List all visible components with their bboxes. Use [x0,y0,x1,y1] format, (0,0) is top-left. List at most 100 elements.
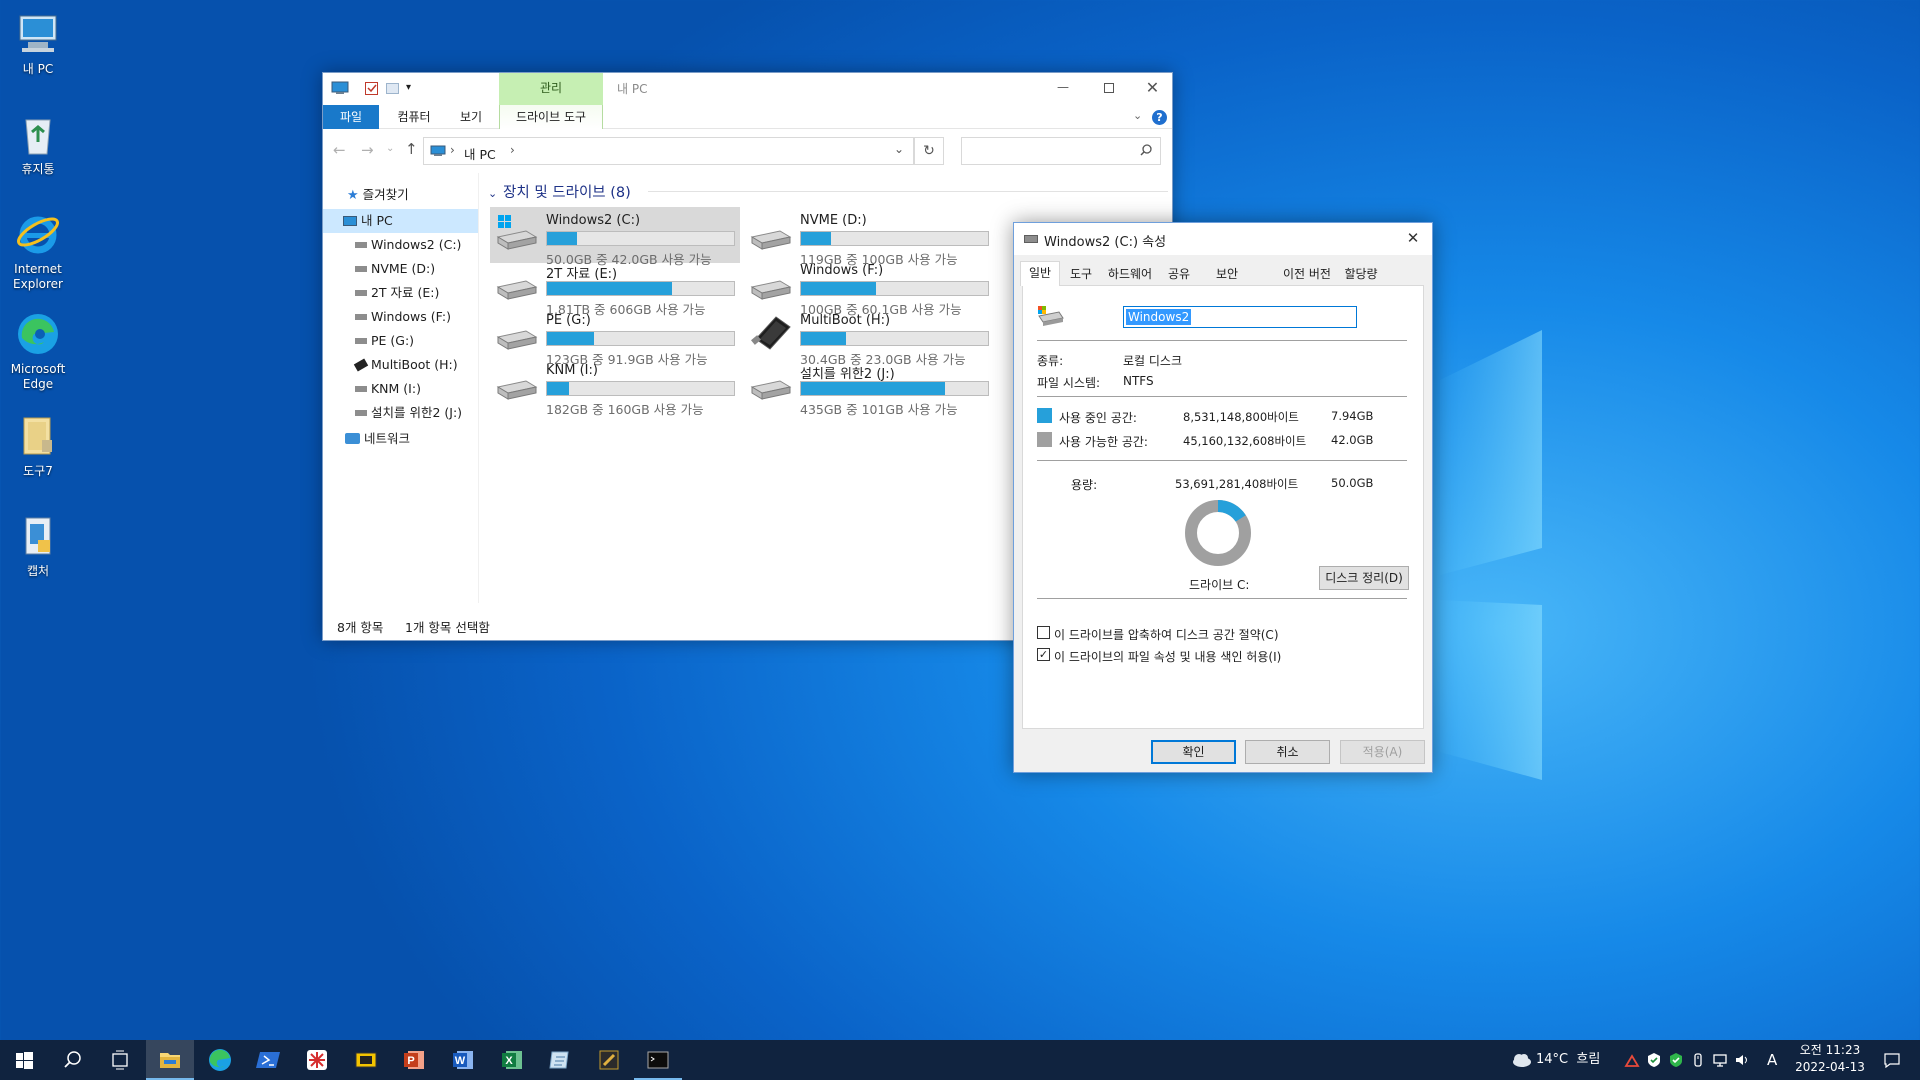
address-dropdown-icon[interactable]: ⌄ [894,142,904,156]
close-button[interactable]: ✕ [1394,223,1432,255]
breadcrumb-chevron-icon[interactable]: › [450,143,455,157]
tab-sharing[interactable]: 공유 [1162,263,1196,285]
chevron-down-icon[interactable]: ▾ [406,82,411,93]
volume-icon[interactable] [1734,1052,1750,1068]
address-bar[interactable]: › 내 PC › ⌄ [423,137,914,165]
nav-favorites[interactable]: ★ 즐겨찾기 [323,183,478,207]
apply-button[interactable]: 적용(A) [1340,740,1425,764]
help-icon[interactable]: ? [1152,110,1167,125]
disk-cleanup-button[interactable]: 디스크 정리(D) [1319,566,1409,590]
taskbar-app-tool[interactable] [585,1040,633,1080]
taskbar-app-terminal[interactable] [634,1040,682,1080]
new-folder-icon[interactable] [386,83,399,94]
taskbar-app-chip[interactable] [342,1040,390,1080]
index-checkbox[interactable]: ✓ [1037,648,1050,661]
index-label[interactable]: 이 드라이브의 파일 속성 및 내용 색인 허용(I) [1054,648,1281,665]
drive-tile[interactable]: 설치를 위한2 (J:) 435GB 중 101GB 사용 가능 [744,357,994,417]
drive-tile[interactable]: KNM (I:) 182GB 중 160GB 사용 가능 [490,357,740,417]
task-view-button[interactable] [96,1040,144,1080]
folder-icon [14,412,62,460]
nav-drive-d[interactable]: NVME (D:) [323,257,478,281]
drive-tile[interactable]: Windows2 (C:) 50.0GB 중 42.0GB 사용 가능 [490,207,740,267]
drive-tile[interactable]: 2T 자료 (E:) 1.81TB 중 606GB 사용 가능 [490,257,740,317]
tab-previous-versions[interactable]: 이전 버전 [1278,263,1336,285]
drive-tile[interactable]: NVME (D:) 119GB 중 100GB 사용 가능 [744,207,994,267]
network-alert-icon[interactable] [1624,1052,1640,1068]
taskbar-app-generic[interactable] [293,1040,341,1080]
dialog-title-bar[interactable]: Windows2 (C:) 속성 ✕ [1014,223,1432,255]
nav-drive-j[interactable]: 설치를 위한2 (J:) [323,401,478,425]
cloud-icon [1513,1054,1531,1067]
taskbar-app-word[interactable]: W [439,1040,487,1080]
desktop-icon-recycle-bin[interactable]: 휴지통 [4,110,72,177]
weather-widget[interactable]: 14°C 흐림 [1510,1040,1630,1080]
close-button[interactable]: ✕ [1131,73,1174,105]
nav-drive-c[interactable]: Windows2 (C:) [323,233,478,257]
taskbar-app-file-explorer[interactable] [146,1040,194,1080]
tab-view[interactable]: 보기 [447,105,495,129]
desktop-icon-my-pc[interactable]: 내 PC [4,10,72,77]
recent-chevron-icon[interactable]: ⌄ [386,143,394,154]
tab-security[interactable]: 보안 [1210,263,1244,285]
search-input[interactable] [961,137,1161,165]
nav-drive-h[interactable]: MultiBoot (H:) [323,353,478,377]
pane-divider[interactable] [478,173,479,603]
compress-checkbox[interactable] [1037,626,1050,639]
tab-hardware[interactable]: 하드웨어 [1100,263,1160,285]
ime-indicator[interactable]: A [1767,1040,1777,1080]
compress-label[interactable]: 이 드라이브를 압축하여 디스크 공간 절약(C) [1054,626,1279,643]
properties-icon[interactable] [365,82,378,95]
desktop-icon-microsoft-edge[interactable]: Microsoft Edge [4,310,72,392]
breadcrumb[interactable]: 내 PC [464,144,496,163]
ok-button[interactable]: 확인 [1151,740,1236,764]
security-check-icon[interactable] [1668,1052,1684,1068]
used-space-bytes: 8,531,148,800바이트 [1183,410,1299,424]
nav-this-pc[interactable]: 내 PC [323,209,478,233]
volume-name-input[interactable]: Windows2 [1123,306,1357,328]
minimize-button[interactable]: — [1041,73,1085,105]
drive-tile[interactable]: PE (G:) 123GB 중 91.9GB 사용 가능 [490,307,740,367]
computer-icon[interactable] [331,81,349,95]
taskbar-app-powerpoint[interactable]: P [390,1040,438,1080]
usb-device-icon[interactable] [1690,1052,1706,1068]
display-icon[interactable] [1712,1052,1728,1068]
drive-tile[interactable]: Windows (F:) 100GB 중 60.1GB 사용 가능 [744,257,994,317]
tab-tools[interactable]: 도구 [1064,263,1098,285]
forward-icon[interactable]: → [361,141,374,159]
breadcrumb-chevron-icon[interactable]: › [510,143,515,157]
drive-usage-fill [801,382,945,395]
taskbar-app-excel[interactable]: X [488,1040,536,1080]
taskbar-app-powershell[interactable] [244,1040,292,1080]
tab-general[interactable]: 일반 [1020,261,1060,286]
desktop-icon-capture[interactable]: 캡처 [4,512,72,579]
context-tab-manage[interactable]: 관리 [499,73,603,105]
nav-network[interactable]: 네트워크 [323,427,478,451]
clock[interactable]: 오전 11:23 2022-04-13 [1790,1042,1870,1076]
tab-drive-tools[interactable]: 드라이브 도구 [499,105,603,129]
notification-button[interactable] [1872,1040,1912,1080]
shield-icon[interactable] [1646,1052,1662,1068]
up-icon[interactable]: ↑ [405,140,418,158]
tab-computer[interactable]: 컴퓨터 [383,105,445,129]
tab-quota[interactable]: 할당량 [1338,263,1384,285]
taskbar-app-notepad[interactable] [536,1040,584,1080]
nav-drive-i[interactable]: KNM (I:) [323,377,478,401]
cancel-button[interactable]: 취소 [1245,740,1330,764]
desktop-icon-tools-folder[interactable]: 도구7 [4,412,72,479]
nav-drive-f[interactable]: Windows (F:) [323,305,478,329]
maximize-button[interactable] [1087,73,1131,105]
back-icon[interactable]: ← [333,141,346,159]
group-header[interactable]: ⌄ 장치 및 드라이브 (8) [488,181,1168,201]
start-button[interactable] [0,1040,48,1080]
refresh-button[interactable]: ↻ [914,137,944,165]
drive-tile[interactable]: MultiBoot (H:) 30.4GB 중 23.0GB 사용 가능 [744,307,994,367]
tab-file[interactable]: 파일 [323,105,379,129]
nav-drive-g[interactable]: PE (G:) [323,329,478,353]
recycle-bin-icon [14,110,62,158]
search-button[interactable] [48,1040,96,1080]
capacity-bytes: 53,691,281,408바이트 [1175,477,1299,491]
ribbon-expand-icon[interactable]: ⌄ [1133,109,1142,122]
desktop-icon-internet-explorer[interactable]: Internet Explorer [4,210,72,292]
nav-drive-e[interactable]: 2T 자료 (E:) [323,281,478,305]
taskbar-app-edge[interactable] [196,1040,244,1080]
